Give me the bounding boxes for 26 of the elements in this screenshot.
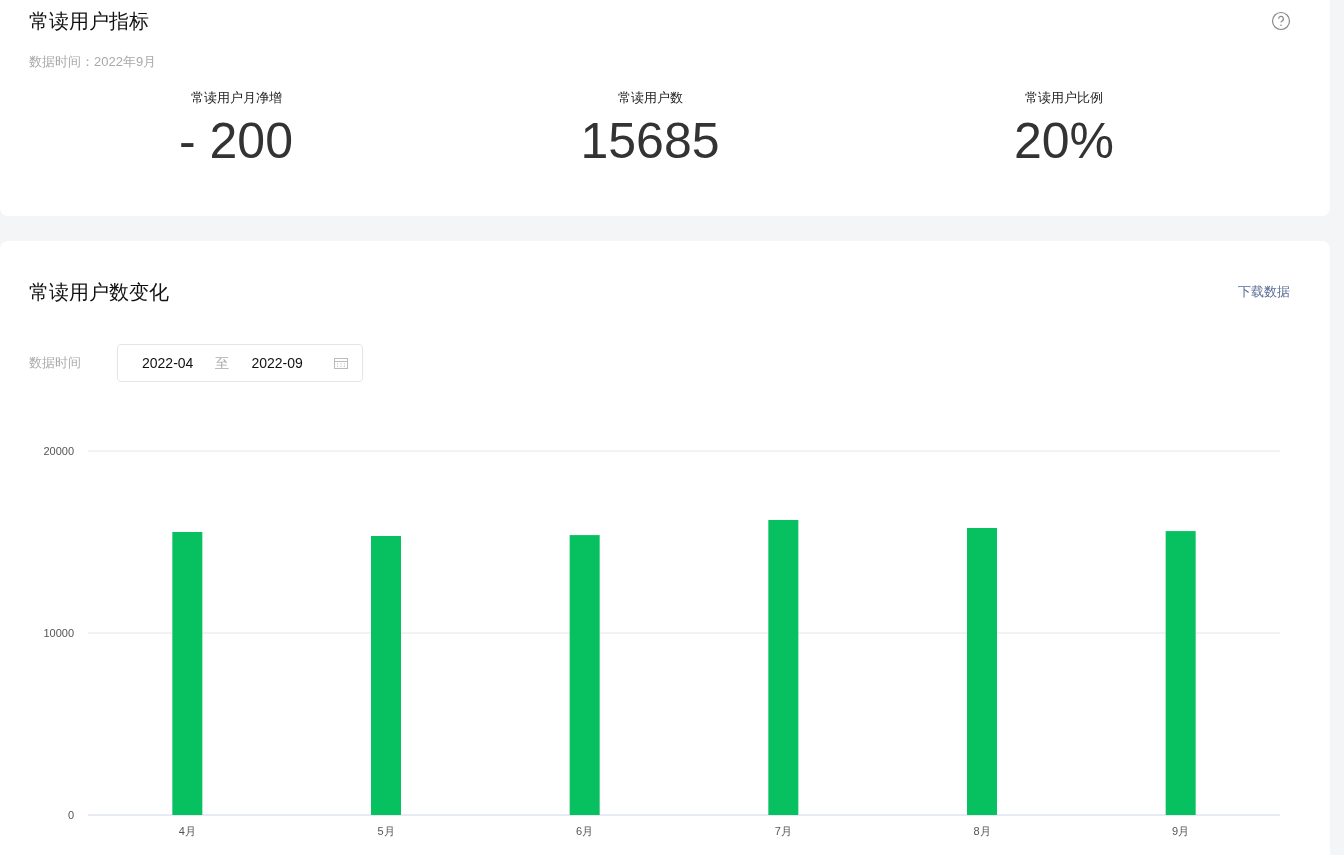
metric-value: 15685 <box>580 112 720 171</box>
metric-value: 20% <box>1013 112 1115 171</box>
y-tick-label: 20000 <box>43 445 74 457</box>
y-tick-label: 10000 <box>43 627 74 639</box>
card-title: 常读用户指标 <box>29 9 149 34</box>
x-tick-label: 8月 <box>973 825 991 837</box>
help-icon[interactable] <box>1271 11 1291 31</box>
card-title: 常读用户数变化 <box>29 280 169 305</box>
calendar-icon <box>334 357 348 369</box>
start-date: 2022-04 <box>142 353 194 373</box>
date-label: 数据时间 <box>29 354 81 373</box>
x-tick-label: 5月 <box>377 825 395 837</box>
x-tick-label: 6月 <box>576 825 594 837</box>
y-tick-label: 0 <box>67 809 74 821</box>
data-time-text: 数据时间：2022年9月 <box>29 53 157 71</box>
date-range-picker[interactable]: 2022-04 至 2022-09 <box>117 344 363 382</box>
x-tick-label: 4月 <box>178 825 196 837</box>
date-separator: 至 <box>215 353 230 373</box>
download-link[interactable]: 下载数据 <box>1238 282 1290 302</box>
metric-value: - 200 <box>179 112 293 171</box>
x-tick-label: 9月 <box>1172 825 1190 837</box>
metric-label: 常读用户月净增 <box>190 88 282 107</box>
metric-label: 常读用户比例 <box>1025 88 1103 107</box>
metric-label: 常读用户数 <box>617 88 683 107</box>
x-tick-label: 7月 <box>774 825 792 837</box>
end-date: 2022-09 <box>251 353 303 373</box>
